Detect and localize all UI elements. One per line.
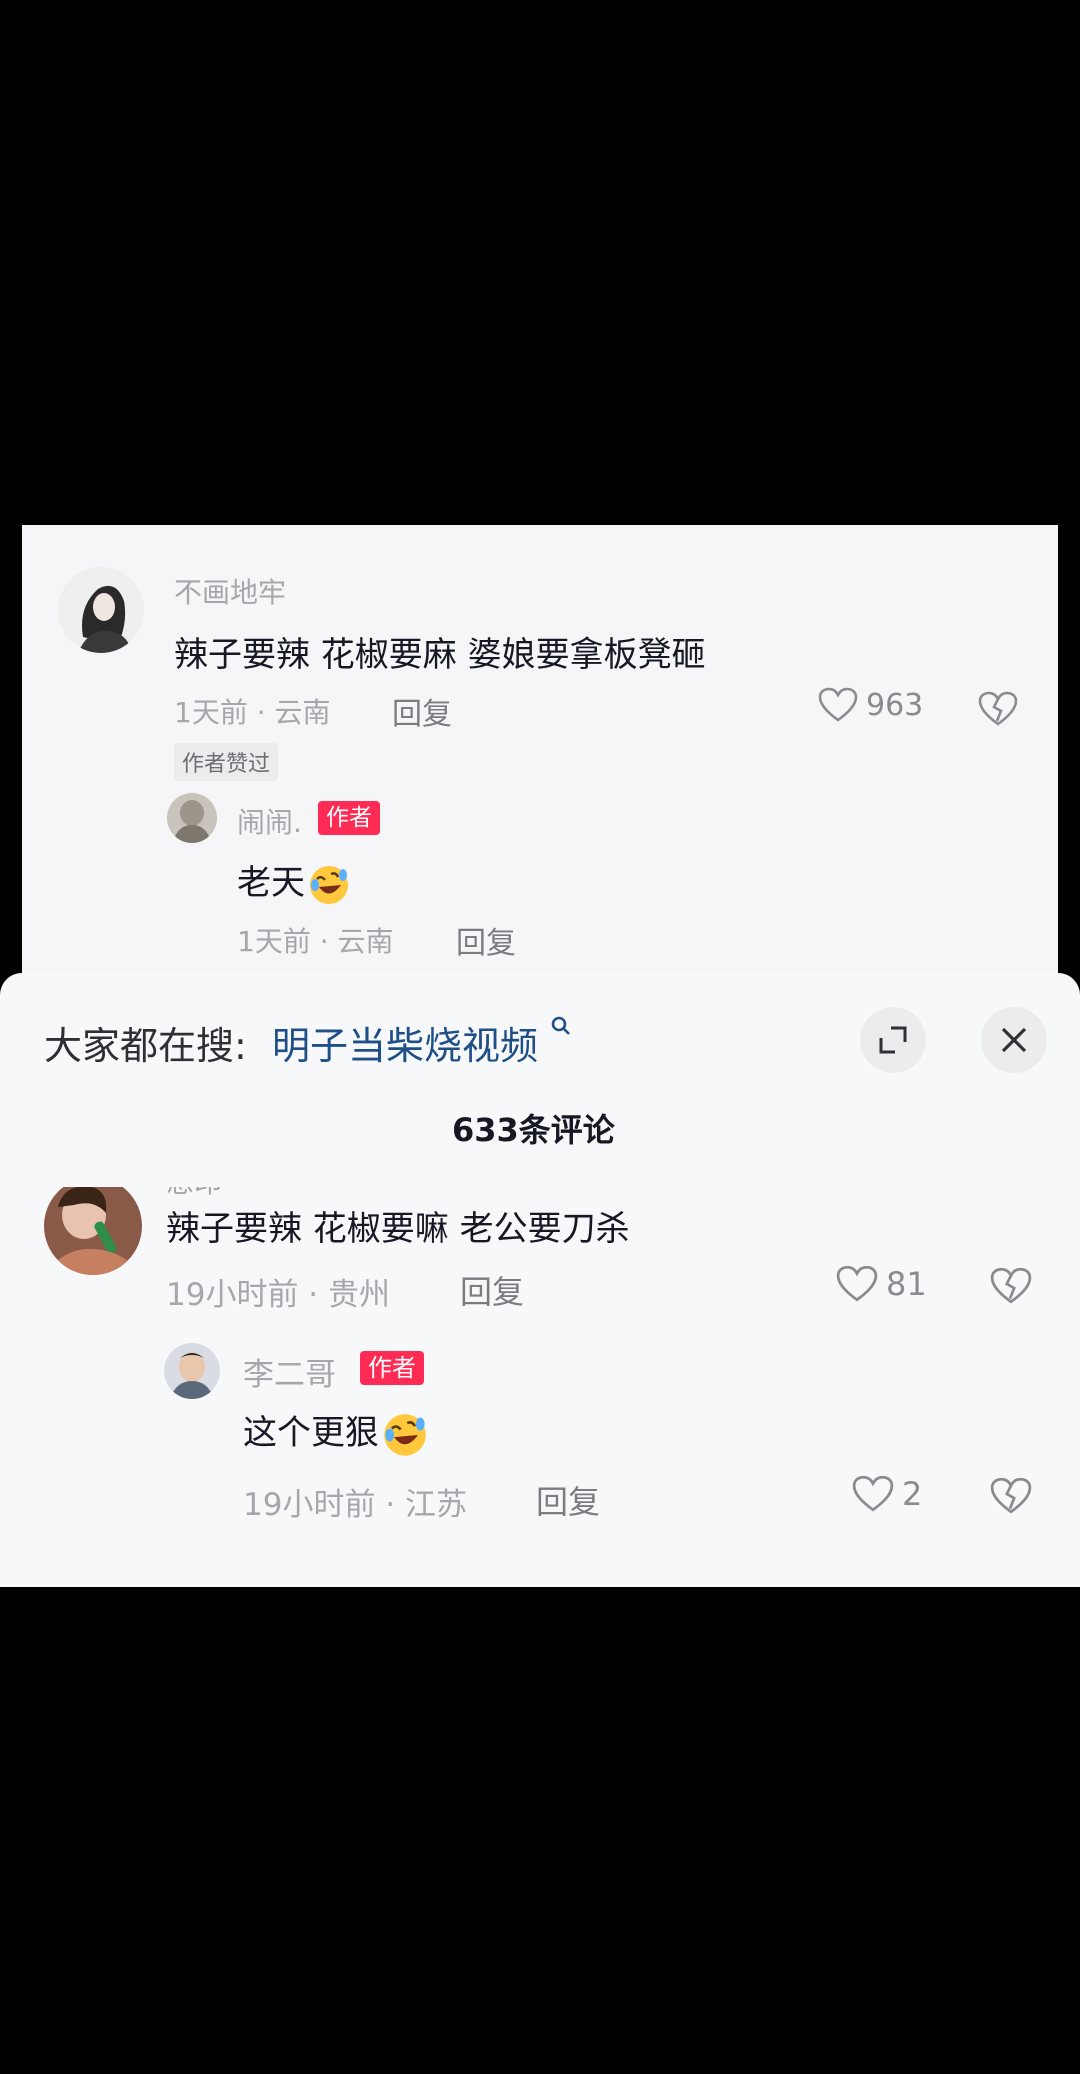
like-button[interactable]: 2 [852,1475,922,1513]
avatar-image-icon [44,1187,142,1275]
like-button[interactable]: 81 [836,1265,927,1303]
comment-text: 辣子要辣 花椒要麻 婆娘要拿板凳砸 [174,635,706,675]
close-icon [1001,1027,1027,1053]
heart-outline-icon [836,1265,878,1302]
comment-meta: 1天前 · 云南 [174,696,331,729]
reply-text-content: 老天 [237,863,305,903]
broken-heart-icon [990,1477,1032,1514]
trending-search-term: 明子当柴烧视频 [272,1024,539,1068]
like-count: 2 [902,1475,923,1513]
dislike-button[interactable] [990,1477,1032,1519]
reply-text-content: 这个更狠 [243,1413,379,1453]
comment-text: 辣子要辣 花椒要嘛 老公要刀杀 [166,1209,630,1249]
avatar[interactable] [164,1343,220,1399]
avatar-image-icon [167,793,217,843]
avatar-image-icon [164,1343,220,1399]
dislike-button[interactable] [978,691,1018,731]
trending-search-label: 大家都在搜: [44,1024,247,1068]
author-liked-badge: 作者赞过 [174,743,279,781]
comment-meta: 19小时前 · 贵州 [166,1277,391,1313]
rofl-emoji-icon [310,865,348,904]
like-button[interactable]: 963 [818,687,923,723]
reply-meta: 1天前 · 云南 [237,925,394,958]
trending-search-link[interactable]: 明子当柴烧视频 [272,1015,572,1070]
heart-outline-icon [818,687,858,722]
avatar[interactable] [167,793,217,843]
avatar[interactable] [44,1187,142,1275]
broken-heart-icon [990,1267,1032,1304]
reply-text: 这个更狠 [243,1405,429,1459]
heart-outline-icon [852,1475,894,1512]
top-comment-card: 不画地牢 辣子要辣 花椒要麻 婆娘要拿板凳砸 1天前 · 云南 回复 963 作… [22,525,1058,975]
scroll-clip: 慈印 辣子要辣 花椒要嘛 老公要刀杀 19小时前 · 贵州 回复 81 [0,1187,1080,1587]
expand-button[interactable] [860,1007,926,1073]
reply-button[interactable]: 回复 [392,689,452,733]
comment-count-title: 633条评论 [452,1111,615,1149]
comment-username[interactable]: 不画地牢 [174,571,286,611]
broken-heart-icon [978,691,1018,726]
reply-button[interactable]: 回复 [456,918,516,962]
comments-sheet: 大家都在搜: 明子当柴烧视频 633条评论 慈印 [0,973,1080,1587]
close-button[interactable] [981,1007,1047,1073]
like-count: 81 [886,1265,927,1303]
reply-button[interactable]: 回复 [536,1477,600,1523]
avatar-image-icon [58,567,144,653]
reply-text: 老天 [237,855,351,907]
author-tag: 作者 [318,801,380,835]
reply-meta: 19小时前 · 江苏 [243,1487,468,1523]
reply-username[interactable]: 李二哥 [243,1349,336,1394]
dislike-button[interactable] [990,1267,1032,1309]
search-icon [551,1016,571,1035]
rofl-emoji-icon [384,1413,426,1456]
reply-username[interactable]: 闹闹. [237,801,302,841]
like-count: 963 [866,687,924,723]
comment-username[interactable]: 慈印 [166,1187,222,1201]
author-tag: 作者 [360,1351,424,1385]
expand-icon [879,1026,907,1054]
reply-button[interactable]: 回复 [460,1267,524,1313]
avatar[interactable] [58,567,144,653]
